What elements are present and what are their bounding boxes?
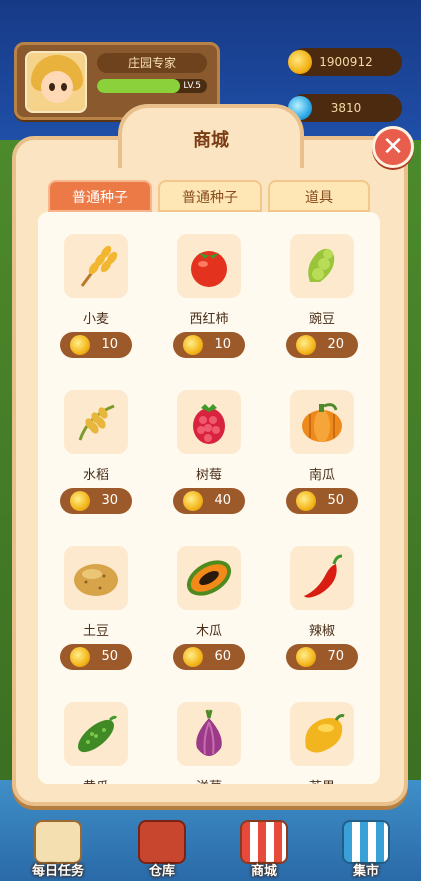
buy-price-button[interactable]: 70 xyxy=(286,644,358,670)
shop-item-papaya[interactable]: 木瓜 60 xyxy=(159,536,259,670)
buy-price-button[interactable]: 10 xyxy=(60,332,132,358)
coin-amount: 1900912 xyxy=(319,55,373,69)
rice-icon xyxy=(64,390,128,454)
item-name: 辣椒 xyxy=(308,624,335,639)
coin-icon xyxy=(183,491,203,511)
tab-common-seeds[interactable]: 普通种子 xyxy=(48,180,152,212)
nav-label: 每日任务 xyxy=(31,864,84,879)
buy-price-button[interactable]: 50 xyxy=(60,644,132,670)
shop-item-potato[interactable]: 土豆 50 xyxy=(46,536,146,670)
wheat-icon xyxy=(64,234,128,298)
close-button[interactable]: ✕ xyxy=(372,126,414,168)
daily-task-icon xyxy=(34,820,82,864)
cucumber-icon xyxy=(64,702,128,766)
item-name: 土豆 xyxy=(82,624,109,639)
pea-icon xyxy=(290,234,354,298)
coin-icon xyxy=(70,335,90,355)
item-name: 洋葱 xyxy=(159,776,259,784)
item-name: 树莓 xyxy=(195,468,222,483)
item-name: 水稻 xyxy=(82,468,109,483)
tomato-icon xyxy=(177,234,241,298)
shop-item-chili[interactable]: 辣椒 70 xyxy=(272,536,372,670)
shop-title: 商城 xyxy=(193,130,229,151)
shop-tabs: 普通种子 普通种子 道具 xyxy=(48,180,370,212)
buy-price-button[interactable]: 50 xyxy=(286,488,358,514)
nav-label: 仓库 xyxy=(148,864,175,879)
nav-market[interactable]: 集市 xyxy=(326,820,406,881)
coin-icon xyxy=(70,491,90,511)
item-name: 木瓜 xyxy=(195,624,222,639)
coin-icon xyxy=(296,647,316,667)
buy-price-button[interactable]: 20 xyxy=(286,332,358,358)
nav-warehouse[interactable]: 仓库 xyxy=(122,820,202,881)
coin-icon xyxy=(296,491,316,511)
shop-icon xyxy=(240,820,288,864)
coin-icon xyxy=(183,335,203,355)
tab-props[interactable]: 道具 xyxy=(268,180,370,212)
nav-label: 集市 xyxy=(352,864,379,879)
buy-price-button[interactable]: 60 xyxy=(173,644,245,670)
shop-item-mango[interactable]: 芒果 xyxy=(272,692,372,784)
buy-price-button[interactable]: 40 xyxy=(173,488,245,514)
shop-item-pea[interactable]: 豌豆 20 xyxy=(272,224,372,358)
nav-shop[interactable]: 商城 xyxy=(224,820,304,881)
chili-icon xyxy=(290,546,354,610)
shop-item-wheat[interactable]: 小麦 10 xyxy=(46,224,146,358)
gem-amount: 3810 xyxy=(330,101,362,115)
coin-icon xyxy=(70,647,90,667)
shop-item-cucumber[interactable]: 黄瓜 xyxy=(46,692,146,784)
tab-common-seeds-2[interactable]: 普通种子 xyxy=(158,180,262,212)
bottom-nav: 每日任务 仓库 商城 集市 xyxy=(0,820,421,881)
buy-price-button[interactable]: 10 xyxy=(173,332,245,358)
avatar[interactable] xyxy=(25,51,87,113)
level-progress-bar: LV.5 xyxy=(97,79,207,93)
gem-balance[interactable]: 3810 xyxy=(288,94,402,122)
item-name: 豌豆 xyxy=(308,312,335,327)
nav-daily-tasks[interactable]: 每日任务 xyxy=(18,820,98,881)
item-name: 小麦 xyxy=(82,312,109,327)
mango-icon xyxy=(290,702,354,766)
market-icon xyxy=(342,820,390,864)
shop-item-pumpkin[interactable]: 南瓜 50 xyxy=(272,380,372,514)
nav-label: 商城 xyxy=(250,864,277,879)
shop-item-grid: 小麦 10 西红柿 10 豌豆 20 水稻 30 树莓 40 南瓜 50 土豆 … xyxy=(38,212,380,784)
item-name: 南瓜 xyxy=(308,468,335,483)
coin-icon xyxy=(183,647,203,667)
coin-icon xyxy=(288,50,312,74)
raspberry-icon xyxy=(177,390,241,454)
item-name: 黄瓜 xyxy=(46,776,146,784)
player-name: 庄园专家 xyxy=(97,53,207,73)
barn-icon xyxy=(138,820,186,864)
coin-icon xyxy=(296,335,316,355)
potato-icon xyxy=(64,546,128,610)
level-label: LV.5 xyxy=(183,81,201,91)
shop-item-tomato[interactable]: 西红柿 10 xyxy=(159,224,259,358)
shop-item-raspberry[interactable]: 树莓 40 xyxy=(159,380,259,514)
item-name: 西红柿 xyxy=(189,312,229,327)
pumpkin-icon xyxy=(290,390,354,454)
papaya-icon xyxy=(177,546,241,610)
onion-icon xyxy=(177,702,241,766)
item-name: 芒果 xyxy=(272,776,372,784)
shop-item-onion[interactable]: 洋葱 xyxy=(159,692,259,784)
coin-balance[interactable]: 1900912 xyxy=(288,48,402,76)
shop-item-rice[interactable]: 水稻 30 xyxy=(46,380,146,514)
buy-price-button[interactable]: 30 xyxy=(60,488,132,514)
